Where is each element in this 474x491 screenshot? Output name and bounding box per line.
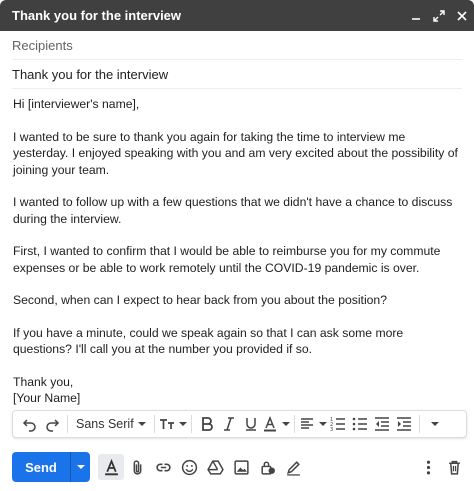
recipients-field[interactable]: Recipients <box>12 31 462 60</box>
toolbar-divider <box>418 415 420 433</box>
send-button[interactable]: Send <box>12 452 90 482</box>
confidential-mode-icon[interactable] <box>254 454 280 480</box>
undo-icon[interactable] <box>19 412 41 436</box>
body-paragraph-3: First, I wanted to confirm that I would … <box>13 244 441 275</box>
toolbar-divider <box>67 415 68 433</box>
font-family-label: Sans Serif <box>76 417 134 431</box>
svg-text:3: 3 <box>330 427 333 432</box>
indent-less-icon[interactable] <box>371 412 393 436</box>
font-size-icon[interactable] <box>159 412 187 436</box>
body-paragraph-4: Second, when can I expect to hear back f… <box>13 293 387 307</box>
compose-title-bar[interactable]: Thank you for the interview <box>0 0 474 31</box>
formatting-options-icon[interactable] <box>98 454 124 480</box>
numbered-list-icon[interactable]: 123 <box>327 412 349 436</box>
chevron-down-icon <box>281 422 290 426</box>
chevron-down-icon <box>318 422 327 426</box>
toolbar-divider <box>293 415 295 433</box>
insert-link-icon[interactable] <box>150 454 176 480</box>
redo-icon[interactable] <box>41 412 63 436</box>
body-paragraph-2: I wanted to follow up with a few questio… <box>13 195 453 226</box>
compose-actions-bar: Send <box>12 452 467 482</box>
chevron-down-icon <box>76 465 85 469</box>
emoji-icon[interactable] <box>176 454 202 480</box>
body-paragraph-1: I wanted to be sure to thank you again f… <box>13 129 458 177</box>
expand-icon[interactable] <box>428 5 450 27</box>
body-paragraph-5: If you have a minute, could we speak aga… <box>13 325 404 357</box>
signature-icon[interactable] <box>280 454 306 480</box>
discard-draft-icon[interactable] <box>441 454 467 480</box>
attach-file-icon[interactable] <box>124 454 150 480</box>
italic-icon[interactable] <box>218 412 240 436</box>
body-signature: [Your Name] <box>13 391 81 405</box>
toolbar-divider <box>190 415 192 433</box>
minimize-icon[interactable] <box>405 5 427 27</box>
compose-title: Thank you for the interview <box>12 8 182 23</box>
bold-icon[interactable] <box>196 412 218 436</box>
schedule-send-dropdown[interactable] <box>70 452 90 482</box>
body-greeting: Hi [interviewer's name], <box>13 97 140 111</box>
chevron-down-icon <box>137 422 146 426</box>
close-icon[interactable] <box>451 5 473 27</box>
underline-icon[interactable] <box>240 412 262 436</box>
body-signoff: Thank you, <box>13 374 74 389</box>
chevron-down-icon <box>430 422 439 426</box>
bulleted-list-icon[interactable] <box>349 412 371 436</box>
recipients-placeholder: Recipients <box>12 37 73 53</box>
insert-photo-icon[interactable] <box>228 454 254 480</box>
more-options-icon[interactable] <box>415 454 441 480</box>
drive-icon[interactable] <box>202 454 228 480</box>
more-formatting-icon[interactable] <box>424 412 446 436</box>
indent-more-icon[interactable] <box>393 412 415 436</box>
message-body[interactable]: Hi [interviewer's name], I wanted to be … <box>13 96 463 407</box>
send-button-label: Send <box>25 459 57 475</box>
font-family-select[interactable]: Sans Serif <box>72 417 150 431</box>
formatting-toolbar: Sans Serif 123 <box>12 410 467 438</box>
subject-field[interactable]: Thank you for the interview <box>12 60 462 89</box>
chevron-down-icon <box>178 422 187 426</box>
subject-text: Thank you for the interview <box>12 66 169 82</box>
align-icon[interactable] <box>299 412 327 436</box>
text-color-icon[interactable] <box>262 412 290 436</box>
toolbar-divider <box>153 415 155 433</box>
